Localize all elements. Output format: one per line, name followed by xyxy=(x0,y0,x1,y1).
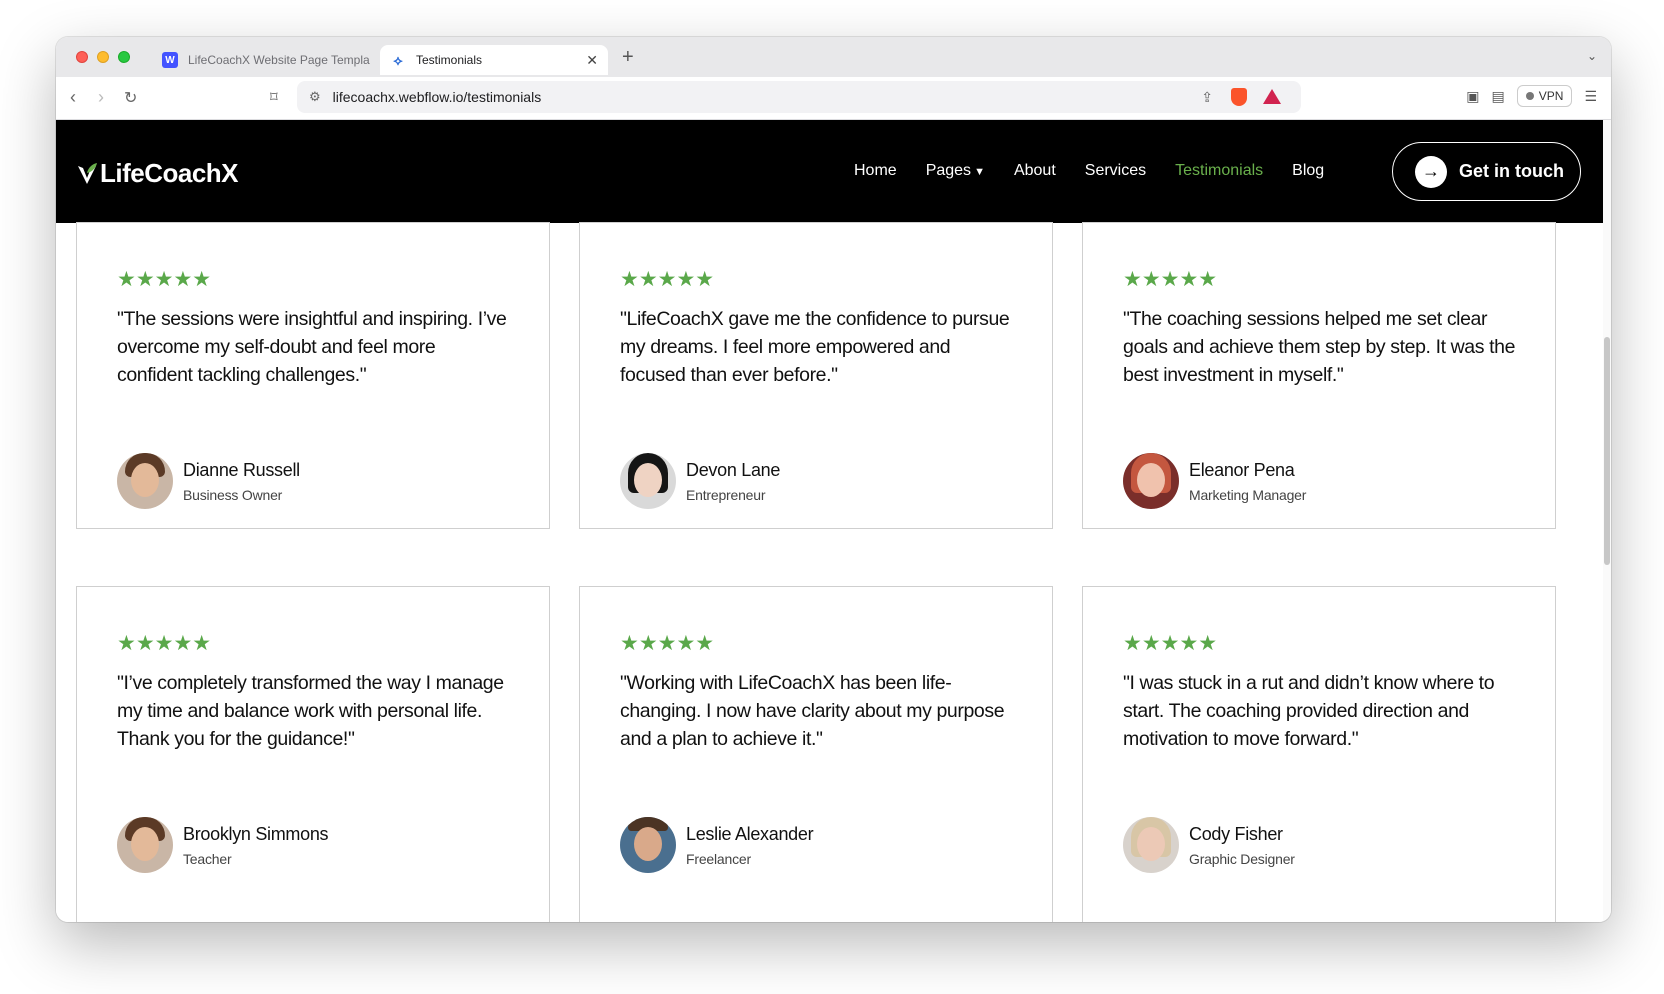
testimonial-card: ★★★★★ "I’ve completely transformed the w… xyxy=(76,586,550,922)
testimonial-author: Leslie Alexander Freelancer xyxy=(620,817,814,873)
testimonial-quote: "Working with LifeCoachX has been life-c… xyxy=(620,672,1005,750)
author-name: Devon Lane xyxy=(686,459,781,480)
testimonial-card: ★★★★★ "LifeCoachX gave me the confidence… xyxy=(579,222,1053,529)
vpn-label: VPN xyxy=(1538,89,1564,103)
browser-window: W LifeCoachX Website Page Templa ⟡ Testi… xyxy=(56,37,1611,922)
cta-label: Get in touch xyxy=(1459,161,1564,181)
author-role: Marketing Manager xyxy=(1189,486,1307,503)
testimonial-quote: "The coaching sessions helped me set cle… xyxy=(1123,308,1516,386)
nav-blog[interactable]: Blog xyxy=(1292,162,1324,180)
vpn-button[interactable]: VPN xyxy=(1516,85,1573,107)
tab-label: LifeCoachX Website Page Templa xyxy=(188,53,370,67)
author-name: Eleanor Pena xyxy=(1189,459,1295,480)
tab-testimonials[interactable]: ⟡ Testimonials ✕ xyxy=(380,45,608,75)
main-nav: Home Pages ▼ About Services Testimonials … xyxy=(854,162,1324,180)
author-role: Business Owner xyxy=(183,486,283,503)
nav-about[interactable]: About xyxy=(1014,162,1056,180)
close-window-button[interactable] xyxy=(76,51,88,63)
nav-testimonials[interactable]: Testimonials xyxy=(1175,162,1263,180)
logo-leaf-icon xyxy=(78,162,97,184)
nav-services[interactable]: Services xyxy=(1085,162,1146,180)
url-text: lifecoachx.webflow.io/testimonials xyxy=(332,89,542,105)
tab-strip: W LifeCoachX Website Page Templa ⟡ Testi… xyxy=(56,37,1611,77)
sidebar-icon[interactable]: ▣ xyxy=(1466,88,1479,105)
testimonial-card: ★★★★★ "I was stuck in a rut and didn’t k… xyxy=(1082,586,1556,922)
testimonial-card: ★★★★★ "Working with LifeCoachX has been … xyxy=(579,586,1053,922)
nav-home[interactable]: Home xyxy=(854,162,897,180)
testimonial-quote: "I was stuck in a rut and didn’t know wh… xyxy=(1123,672,1495,750)
menu-icon[interactable]: ☰ xyxy=(1584,88,1597,105)
back-icon[interactable]: ‹ xyxy=(70,87,76,108)
bookmark-icon[interactable]: ⌑ xyxy=(270,88,278,106)
rating-stars-icon: ★★★★★ xyxy=(1123,268,1218,291)
tab-webflow-templates[interactable]: W LifeCoachX Website Page Templa xyxy=(152,45,380,75)
tab-label: Testimonials xyxy=(416,53,483,67)
tab-list-chevron-icon[interactable]: ⌄ xyxy=(1587,49,1597,63)
site-header: LifeCoachX Home Pages ▼ About Services Te… xyxy=(56,120,1603,223)
author-role: Teacher xyxy=(183,850,232,867)
zoom-window-button[interactable] xyxy=(118,51,130,63)
author-role: Graphic Designer xyxy=(1189,850,1295,867)
page-viewport: LifeCoachX Home Pages ▼ About Services Te… xyxy=(56,120,1603,922)
testimonial-author: Eleanor Pena Marketing Manager xyxy=(1123,453,1306,509)
avatar xyxy=(1123,453,1179,509)
testimonial-author: Devon Lane Entrepreneur xyxy=(620,453,780,509)
reload-icon[interactable]: ↻ xyxy=(124,88,137,108)
rating-stars-icon: ★★★★★ xyxy=(620,632,715,655)
avatar xyxy=(620,453,676,509)
rating-stars-icon: ★★★★★ xyxy=(620,268,715,291)
address-bar[interactable]: ⚙ lifecoachx.webflow.io/testimonials ⇪ xyxy=(297,81,1301,113)
avatar xyxy=(620,817,676,873)
scrollbar-thumb[interactable] xyxy=(1604,337,1610,565)
window-controls xyxy=(76,51,130,63)
webflow-icon: W xyxy=(162,52,178,68)
testimonial-card: ★★★★★ "The sessions were insightful and … xyxy=(76,222,550,529)
testimonial-author: Brooklyn Simmons Teacher xyxy=(117,817,329,873)
forward-icon[interactable]: › xyxy=(98,87,104,108)
toolbar-right: ▣ ▤ VPN ☰ xyxy=(1466,85,1597,107)
testimonial-quote: "The sessions were insightful and inspir… xyxy=(117,308,507,386)
testimonial-quote: "I’ve completely transformed the way I m… xyxy=(117,672,504,750)
minimize-window-button[interactable] xyxy=(97,51,109,63)
avatar xyxy=(117,453,173,509)
brave-rewards-icon[interactable] xyxy=(1263,89,1281,104)
chevron-down-icon: ▼ xyxy=(974,166,985,178)
site-logo[interactable]: LifeCoachX xyxy=(76,158,239,189)
avatar xyxy=(1123,817,1179,873)
testimonial-author: Dianne Russell Business Owner xyxy=(117,453,300,509)
author-name: Dianne Russell xyxy=(183,459,300,480)
testimonial-card: ★★★★★ "The coaching sessions helped me s… xyxy=(1082,222,1556,529)
vpn-status-icon xyxy=(1525,92,1534,100)
nav-pages-label: Pages xyxy=(925,162,972,179)
wallet-icon[interactable]: ▤ xyxy=(1492,88,1505,105)
rating-stars-icon: ★★★★★ xyxy=(117,268,212,291)
brave-shield-icon[interactable] xyxy=(1231,88,1247,106)
nav-pages[interactable]: Pages ▼ xyxy=(926,162,985,180)
logo-text: LifeCoachX xyxy=(100,158,239,188)
avatar xyxy=(117,817,173,873)
testimonial-author: Cody Fisher Graphic Designer xyxy=(1123,817,1295,873)
new-tab-button[interactable]: + xyxy=(622,46,634,69)
close-tab-icon[interactable]: ✕ xyxy=(586,52,598,69)
author-name: Leslie Alexander xyxy=(686,823,814,844)
author-name: Cody Fisher xyxy=(1189,823,1283,844)
rating-stars-icon: ★★★★★ xyxy=(117,632,212,655)
author-role: Freelancer xyxy=(686,850,751,867)
share-icon[interactable]: ⇪ xyxy=(1201,89,1213,106)
lifecoachx-icon: ⟡ xyxy=(393,51,403,68)
site-settings-icon[interactable]: ⚙ xyxy=(309,89,321,105)
get-in-touch-button[interactable]: → Get in touch xyxy=(1392,142,1581,201)
author-name: Brooklyn Simmons xyxy=(183,823,329,844)
browser-toolbar: ‹ › ↻ ⌑ ⚙ lifecoachx.webflow.io/testimon… xyxy=(56,77,1611,120)
rating-stars-icon: ★★★★★ xyxy=(1123,632,1218,655)
arrow-right-icon: → xyxy=(1415,155,1447,188)
author-role: Entrepreneur xyxy=(686,486,766,503)
testimonial-quote: "LifeCoachX gave me the confidence to pu… xyxy=(620,308,1010,386)
